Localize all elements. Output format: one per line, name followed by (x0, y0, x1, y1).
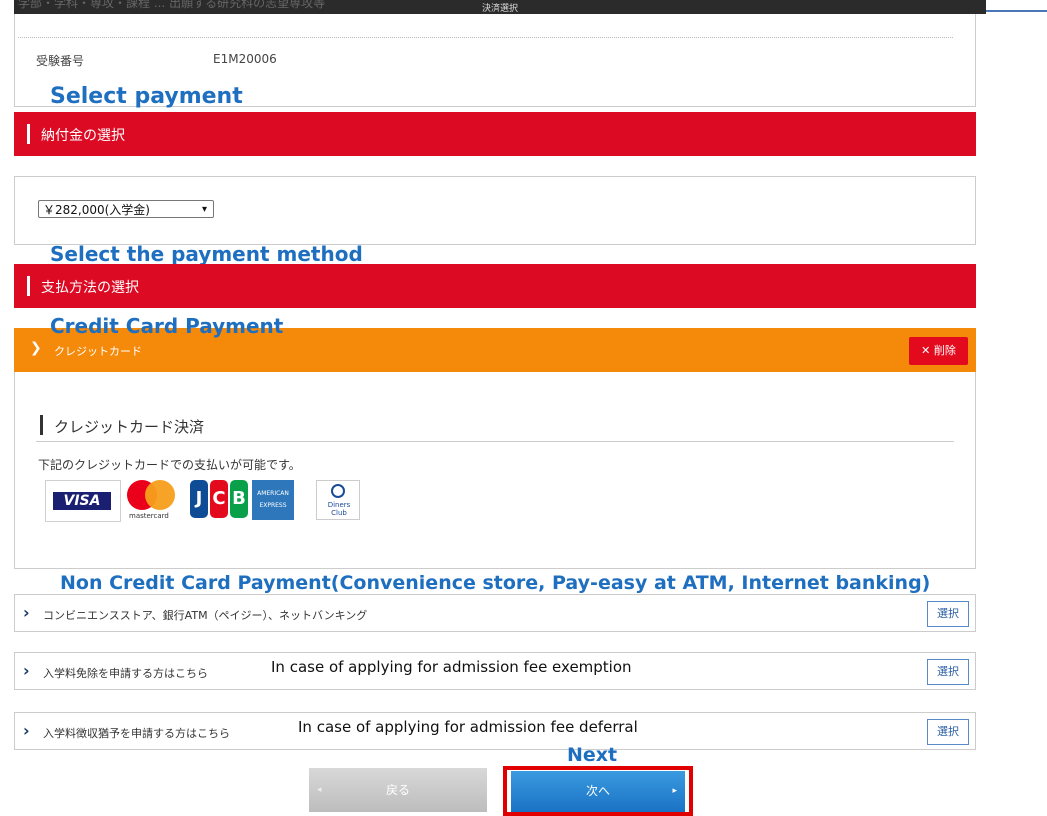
chevron-left-icon: ◂ (317, 785, 322, 795)
option-label: 入学料免除を申請する方はこちら (43, 667, 208, 680)
amex-logo: AMERICAN EXPRESS (252, 480, 294, 520)
mastercard-logo: mastercard (124, 478, 186, 524)
select-button[interactable]: 選択 (927, 719, 969, 745)
annotation-select-method: Select the payment method (50, 242, 363, 266)
diners-text: Diners Club (327, 501, 351, 517)
exam-number-value: E1M20006 (213, 52, 277, 66)
select-button[interactable]: 選択 (927, 601, 969, 627)
mastercard-text: mastercard (129, 512, 169, 520)
jcb-letter-j: J (190, 480, 208, 518)
chevron-down-icon: ❯ (30, 340, 42, 356)
annotation-select-payment: Select payment (50, 84, 243, 109)
option-convenience-store[interactable]: › コンビニエンスストア、銀行ATM（ペイジー）、ネットバンキング 選択 (14, 594, 976, 632)
payment-selection-header: 納付金の選択 (14, 112, 976, 156)
heading-mark (40, 415, 43, 435)
chevron-right-icon: › (23, 661, 30, 680)
top-accent-line (986, 10, 1047, 12)
diners-club-logo: Diners Club (316, 480, 360, 520)
exam-number-label: 受験番号 (36, 54, 85, 68)
delete-button[interactable]: ✕ 削除 (909, 337, 968, 365)
jcb-letter-b: B (230, 480, 248, 518)
next-label: 次へ (585, 784, 610, 798)
chevron-right-icon: ▸ (672, 786, 677, 796)
chevron-right-icon: › (23, 721, 30, 740)
credit-card-heading: クレジットカード決済 (54, 418, 205, 436)
jcb-logo: J C B (190, 478, 250, 520)
annotation-deferral: In case of applying for admission fee de… (298, 718, 638, 736)
payment-method-header: 支払方法の選択 (14, 264, 976, 308)
annotation-non-credit: Non Credit Card Payment(Convenience stor… (60, 572, 931, 594)
back-label: 戻る (385, 783, 410, 797)
chevron-down-icon: ▾ (201, 204, 207, 215)
option-label: 入学料徴収猶予を申請する方はこちら (43, 727, 230, 740)
header-mark (27, 276, 30, 296)
payment-method-title: 支払方法の選択 (41, 280, 139, 296)
annotation-next: Next (567, 744, 618, 766)
payment-selection-title: 納付金の選択 (41, 128, 125, 144)
annotation-credit-card: Credit Card Payment (50, 314, 284, 338)
visa-logo: VISA (45, 480, 121, 522)
cut-off-info-row: 学部・学科・専攻・課程 ... 出願する研究科の志望専攻等 (18, 0, 326, 10)
select-button[interactable]: 選択 (927, 659, 969, 685)
header-mark (27, 124, 30, 144)
jcb-letter-c: C (210, 480, 228, 518)
visa-text: VISA (53, 492, 111, 510)
divider (36, 441, 954, 442)
option-label: コンビニエンスストア、銀行ATM（ペイジー）、ネットバンキング (43, 609, 368, 622)
annotation-exemption: In case of applying for admission fee ex… (271, 658, 632, 676)
credit-card-accordion-label: クレジットカード (54, 345, 142, 358)
payment-amount-select[interactable]: ￥282,000(入学金) ▾ (38, 200, 214, 218)
payment-amount-selected: ￥282,000(入学金) (43, 203, 150, 217)
credit-card-description: 下記のクレジットカードでの支払いが可能です。 (38, 458, 301, 472)
chevron-right-icon: › (23, 603, 30, 622)
next-button[interactable]: 次へ ▸ (511, 771, 685, 812)
divider (18, 37, 953, 38)
back-button[interactable]: ◂ 戻る (309, 768, 487, 812)
